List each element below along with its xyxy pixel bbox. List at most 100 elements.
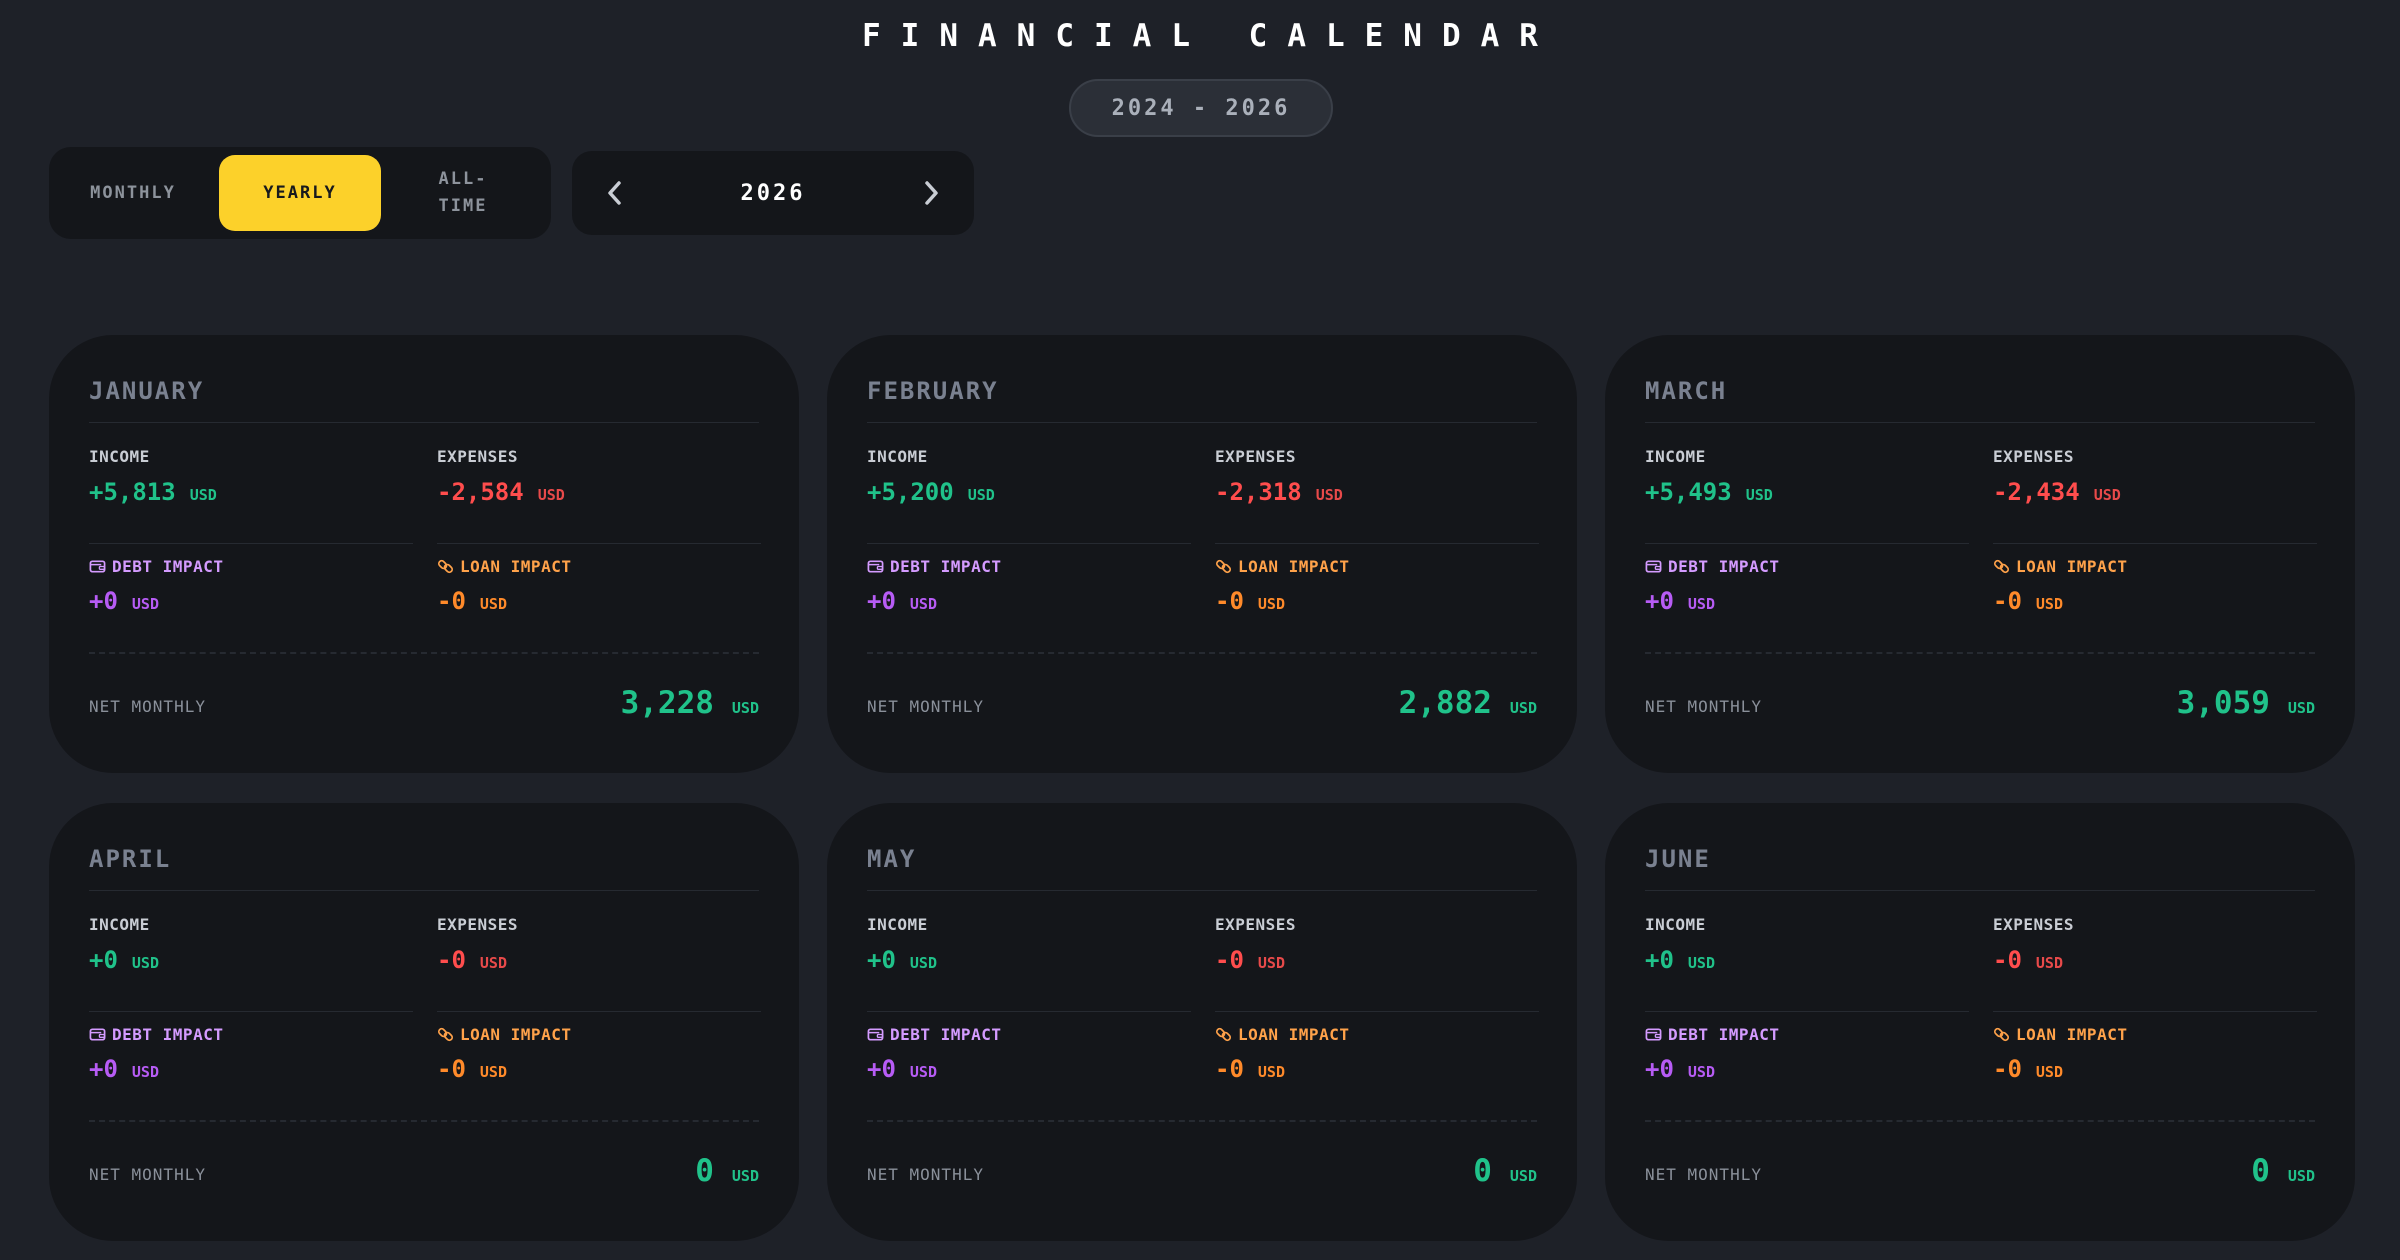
previous-year-button[interactable] (585, 151, 645, 235)
divider (89, 890, 759, 891)
net-monthly-row: 0 USD (2251, 1153, 2315, 1189)
income-value-row: +5,493 USD (1645, 478, 1773, 506)
year-navigator: 2026 (572, 151, 974, 235)
divider (867, 543, 1191, 544)
income-value-row: +0 USD (1645, 946, 1715, 974)
net-monthly-value: 3,059 (2176, 685, 2270, 721)
divider (437, 1011, 761, 1012)
currency-unit: USD (909, 1063, 937, 1081)
income-label: INCOME (1645, 915, 1706, 934)
income-label: INCOME (1645, 447, 1706, 466)
debt-value-row: +0 USD (867, 587, 937, 615)
loan-impact-label: LOAN IMPACT (437, 557, 571, 576)
currency-unit: USD (479, 954, 507, 972)
view-monthly-button[interactable]: MONTHLY (63, 155, 203, 231)
debt-impact-label: DEBT IMPACT (867, 1025, 1001, 1044)
expenses-value: -0 (437, 946, 466, 974)
currency-unit: USD (1257, 595, 1285, 613)
net-monthly-row: 3,228 USD (621, 685, 759, 721)
divider (1993, 1011, 2317, 1012)
currency-unit: USD (479, 1063, 507, 1081)
income-label: INCOME (867, 447, 928, 466)
debt-impact-label: DEBT IMPACT (89, 1025, 223, 1044)
expenses-label: EXPENSES (437, 447, 519, 466)
month-card-may[interactable]: MAY INCOME +0 USD EXPENSES -0 USD DEBT I… (827, 803, 1577, 1241)
net-monthly-value: 3,228 (620, 685, 714, 721)
expenses-value-row: -0 USD (437, 946, 507, 974)
income-value-row: +5,200 USD (867, 478, 995, 506)
divider (89, 1011, 413, 1012)
currency-unit: USD (1257, 954, 1285, 972)
loan-value-row: -0 USD (437, 587, 507, 615)
debt-impact-text: DEBT IMPACT (890, 557, 1002, 576)
currency-unit: USD (967, 486, 995, 504)
link-icon (1215, 559, 1232, 574)
debt-impact-value: +0 (1645, 587, 1674, 615)
currency-unit: USD (131, 954, 159, 972)
income-label: INCOME (89, 447, 150, 466)
divider (1645, 1011, 1969, 1012)
month-name: APRIL (89, 845, 172, 873)
wallet-icon (1645, 1028, 1662, 1041)
currency-unit: USD (131, 595, 159, 613)
loan-impact-text: LOAN IMPACT (460, 1025, 572, 1044)
month-card-february[interactable]: FEBRUARY INCOME +5,200 USD EXPENSES -2,3… (827, 335, 1577, 773)
divider (89, 543, 413, 544)
net-monthly-value: 2,882 (1398, 685, 1492, 721)
currency-unit: USD (1509, 1167, 1537, 1185)
net-monthly-label: NET MONTHLY (89, 1165, 206, 1184)
dashed-divider (867, 652, 1537, 654)
currency-unit: USD (2035, 954, 2063, 972)
view-yearly-button[interactable]: YEARLY (219, 155, 381, 231)
expenses-value: -0 (1993, 946, 2022, 974)
expenses-value: -2,434 (1993, 478, 2080, 506)
next-year-button[interactable] (901, 151, 961, 235)
net-monthly-label: NET MONTHLY (1645, 1165, 1762, 1184)
month-card-january[interactable]: JANUARY INCOME +5,813 USD EXPENSES -2,58… (49, 335, 799, 773)
net-monthly-row: 0 USD (695, 1153, 759, 1189)
divider (867, 422, 1537, 423)
debt-impact-text: DEBT IMPACT (112, 1025, 224, 1044)
loan-impact-text: LOAN IMPACT (460, 557, 572, 576)
month-card-march[interactable]: MARCH INCOME +5,493 USD EXPENSES -2,434 … (1605, 335, 2355, 773)
debt-value-row: +0 USD (1645, 1055, 1715, 1083)
net-monthly-value: 0 (1473, 1153, 1492, 1189)
net-monthly-row: 2,882 USD (1399, 685, 1537, 721)
currency-unit: USD (2035, 1063, 2063, 1081)
loan-impact-value: -0 (437, 1055, 466, 1083)
debt-impact-value: +0 (89, 1055, 118, 1083)
divider (867, 890, 1537, 891)
debt-impact-text: DEBT IMPACT (112, 557, 224, 576)
wallet-icon (1645, 560, 1662, 573)
date-range-pill[interactable]: 2024 - 2026 (1069, 79, 1333, 137)
net-monthly-value: 0 (695, 1153, 714, 1189)
view-all-time-button[interactable]: ALL- TIME (389, 155, 537, 231)
divider (1645, 890, 2315, 891)
month-card-april[interactable]: APRIL INCOME +0 USD EXPENSES -0 USD DEBT… (49, 803, 799, 1241)
expenses-value: -2,584 (437, 478, 524, 506)
currency-unit: USD (2035, 595, 2063, 613)
expenses-value: -0 (1215, 946, 1244, 974)
loan-value-row: -0 USD (437, 1055, 507, 1083)
currency-unit: USD (189, 486, 217, 504)
income-value: +5,200 (867, 478, 954, 506)
income-value: +5,493 (1645, 478, 1732, 506)
month-name: JUNE (1645, 845, 1711, 873)
debt-value-row: +0 USD (89, 587, 159, 615)
currency-unit: USD (1257, 1063, 1285, 1081)
dashed-divider (89, 652, 759, 654)
loan-value-row: -0 USD (1993, 587, 2063, 615)
net-monthly-value: 0 (2251, 1153, 2270, 1189)
debt-impact-value: +0 (1645, 1055, 1674, 1083)
currency-unit: USD (479, 595, 507, 613)
currency-unit: USD (1687, 595, 1715, 613)
month-name: MAY (867, 845, 917, 873)
month-card-june[interactable]: JUNE INCOME +0 USD EXPENSES -0 USD DEBT … (1605, 803, 2355, 1241)
page-title: FINANCIAL CALENDAR (862, 18, 1558, 54)
debt-impact-label: DEBT IMPACT (1645, 1025, 1779, 1044)
divider (1993, 543, 2317, 544)
net-monthly-label: NET MONTHLY (867, 1165, 984, 1184)
divider (437, 543, 761, 544)
loan-value-row: -0 USD (1993, 1055, 2063, 1083)
loan-impact-value: -0 (1215, 1055, 1244, 1083)
